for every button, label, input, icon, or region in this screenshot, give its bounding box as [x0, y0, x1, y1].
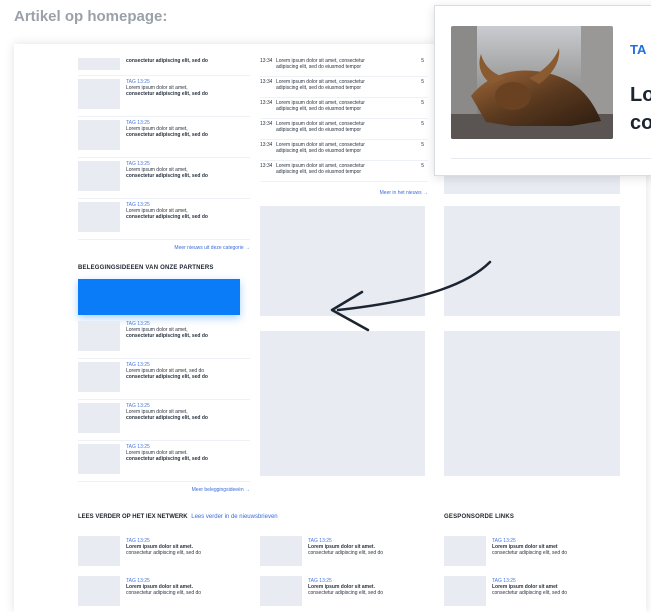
curved-arrow-icon: [330, 260, 492, 332]
network-item[interactable]: TAG 13:25 Lorem ipsum dolor sit amet. cons…: [78, 536, 236, 566]
thumbnail: [78, 120, 120, 150]
row-time: 13:34: [260, 58, 272, 64]
thumbnail: [78, 403, 120, 433]
bull-statue-image: [451, 26, 613, 139]
thumbnail: [78, 79, 120, 109]
more-news-link[interactable]: Meer nieuws uit deze categorie →: [78, 240, 250, 256]
sponsored-section-title: GESPONSORDE LINKS: [444, 514, 515, 520]
item-subtitle: consectetur adipiscing elit, sed do: [308, 590, 384, 596]
thumbnail: [260, 576, 302, 606]
thumbnail: [78, 161, 120, 191]
thumbnail: [444, 536, 486, 566]
news-row[interactable]: 13:34 Lorem ipsum dolor sit amet, consec…: [260, 161, 428, 182]
network-title-text: LEES VERDER OP HET IEX NETWERK: [78, 514, 188, 520]
left-news-list: consectetur adipiscing elit, sed do TAG …: [78, 58, 250, 256]
partners-section-title: BELEGGINGSIDEEEN VAN ONZE PARTNERS: [78, 265, 214, 271]
row-time: 13:34: [260, 79, 272, 85]
network-section-title: LEES VERDER OP HET IEX NETWERK Lees verd…: [78, 514, 278, 520]
list-item[interactable]: TAG 13:25 Lorem ipsum dolor sit amet, sed…: [78, 359, 250, 400]
list-item[interactable]: consectetur adipiscing elit, sed do: [78, 58, 250, 76]
news-row[interactable]: 13:34 Lorem ipsum dolor sit amet, consec…: [260, 119, 428, 140]
list-item[interactable]: TAG 13:25 Lorem ipsum dolor sit amet, cons…: [78, 117, 250, 158]
thumbnail: [78, 321, 120, 351]
comment-count: 5: [421, 100, 424, 106]
row-time: 13:34: [260, 121, 272, 127]
item-subtitle: consectetur adipiscing elit, sed do: [126, 173, 208, 179]
network-item[interactable]: TAG 13:25 Lorem ipsum dolor sit amet. cons…: [260, 576, 418, 606]
row-subtitle: adipiscing elit, sed do eiusmod tempor: [276, 106, 362, 112]
more-in-news-link[interactable]: Meer in het nieuws →: [260, 182, 428, 196]
comment-count: 5: [421, 163, 424, 169]
list-item[interactable]: TAG 13:25 Lorem ipsum dolor sit amet, cons…: [78, 400, 250, 441]
item-subtitle: consectetur adipiscing elit, sed do: [126, 374, 208, 380]
comment-count: 5: [421, 142, 424, 148]
item-subtitle: consectetur adipiscing elit, sed do: [308, 550, 384, 556]
comment-count: 5: [421, 58, 424, 64]
card-title-line2: co: [630, 112, 651, 134]
item-subtitle: consectetur adipiscing elit, sed do: [126, 91, 208, 97]
right-placeholder-block-2: [444, 331, 620, 476]
item-subtitle: consectetur adipiscing elit, sed do: [492, 590, 568, 596]
item-subtitle: consectetur adipiscing elit, sed do: [126, 132, 208, 138]
caption-title: Artikel op homepage:: [14, 8, 168, 25]
news-row[interactable]: 13:34 Lorem ipsum dolor sit amet, consec…: [260, 98, 428, 119]
news-row[interactable]: 13:34 Lorem ipsum dolor sit amet, consec…: [260, 140, 428, 161]
comment-count: 5: [421, 121, 424, 127]
thumbnail: [78, 362, 120, 392]
thumbnail: [78, 444, 120, 474]
thumbnail: [78, 576, 120, 606]
thumbnail: [78, 536, 120, 566]
network-link[interactable]: Lees verder in de nieuwsbrieven: [191, 514, 277, 520]
row-time: 13:34: [260, 163, 272, 169]
item-subtitle: consectetur adipiscing elit, sed do: [126, 333, 208, 339]
item-subtitle: consectetur adipiscing elit, sed do: [126, 415, 208, 421]
row-subtitle: adipiscing elit, sed do eiusmod tempor: [276, 85, 362, 91]
card-title-line1: Lo: [630, 84, 651, 106]
list-item[interactable]: TAG 13:25 Lorem ipsum dolor sit amet, cons…: [78, 318, 250, 359]
list-item[interactable]: TAG 13:25 Lorem ipsum dolor sit amet, cons…: [78, 158, 250, 199]
sponsored-item[interactable]: TAG 13:25 Lorem ipsum dolor sit amet conse…: [444, 576, 602, 606]
row-subtitle: adipiscing elit, sed do eiusmod tempor: [276, 64, 362, 70]
more-partners-link[interactable]: Meer beleggingsideeën →: [78, 482, 250, 498]
network-item[interactable]: TAG 13:25 Lorem ipsum dolor sit amet. cons…: [78, 576, 236, 606]
card-title: Lo co: [630, 81, 651, 137]
article-preview-card[interactable]: TA Lo co: [434, 5, 651, 176]
mid-placeholder-block-2: [260, 331, 425, 476]
card-divider: [451, 158, 651, 159]
news-row[interactable]: 13:34 Lorem ipsum dolor sit amet, consec…: [260, 56, 428, 77]
item-subtitle: consectetur adipiscing elit, sed do: [126, 550, 202, 556]
thumbnail: [260, 536, 302, 566]
thumbnail: [78, 58, 120, 70]
thumbnail: [444, 576, 486, 606]
item-subtitle: consectetur adipiscing elit, sed do: [492, 550, 568, 556]
news-row[interactable]: 13:34 Lorem ipsum dolor sit amet, consec…: [260, 77, 428, 98]
list-item[interactable]: TAG 13:25 Lorem ipsum dolor sit amet. cons…: [78, 441, 250, 482]
row-subtitle: adipiscing elit, sed do eiusmod tempor: [276, 148, 362, 154]
row-time: 13:34: [260, 100, 272, 106]
row-time: 13:34: [260, 142, 272, 148]
item-subtitle: consectetur adipiscing elit, sed do: [126, 456, 208, 462]
list-item[interactable]: TAG 13:25 Lorem ipsum dolor sit amet, cons…: [78, 76, 250, 117]
partner-list: TAG 13:25 Lorem ipsum dolor sit amet, cons…: [78, 318, 250, 498]
comment-count: 5: [421, 79, 424, 85]
item-subtitle: consectetur adipiscing elit, sed do: [126, 590, 202, 596]
item-subtitle: consectetur adipiscing elit, sed do: [126, 214, 208, 220]
thumbnail: [78, 202, 120, 232]
card-tag: TA: [630, 42, 647, 57]
row-subtitle: adipiscing elit, sed do eiusmod tempor: [276, 127, 362, 133]
network-item[interactable]: TAG 13:25 Lorem ipsum dolor sit amet. cons…: [260, 536, 418, 566]
row-subtitle: adipiscing elit, sed do eiusmod tempor: [276, 169, 362, 175]
item-text: consectetur adipiscing elit, sed do: [126, 58, 208, 64]
sponsored-item[interactable]: TAG 13:25 Lorem ipsum dolor sit amet conse…: [444, 536, 602, 566]
partner-ad-banner[interactable]: [78, 279, 240, 315]
latest-news-list: 13:34 Lorem ipsum dolor sit amet, consec…: [260, 56, 428, 196]
list-item[interactable]: TAG 13:25 Lorem ipsum dolor sit amet, cons…: [78, 199, 250, 240]
